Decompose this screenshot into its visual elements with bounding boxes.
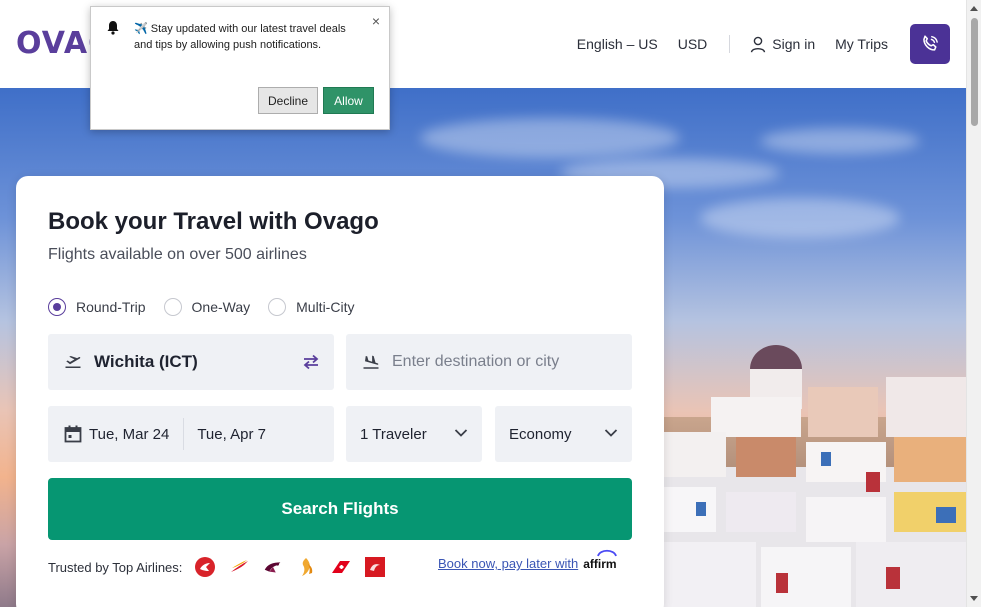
trusted-label: Trusted by Top Airlines: xyxy=(48,559,183,575)
cabin-class-value: Economy xyxy=(509,425,572,443)
currency-selector[interactable]: USD xyxy=(678,36,708,52)
search-flights-button[interactable]: Search Flights xyxy=(48,478,632,540)
sign-in-label: Sign in xyxy=(772,36,816,52)
trip-type-group: Round-Trip One-Way Multi-City xyxy=(48,298,372,316)
allow-button[interactable]: Allow xyxy=(323,87,374,114)
call-button[interactable] xyxy=(910,24,950,64)
affirm-arc-icon xyxy=(596,549,617,557)
takeoff-icon xyxy=(65,356,81,368)
bell-icon xyxy=(107,21,119,35)
radio-checked[interactable] xyxy=(48,298,66,316)
radio-unchecked[interactable] xyxy=(268,298,287,316)
trip-type-round-trip[interactable]: Round-Trip xyxy=(48,298,146,316)
push-notification-popup: ✈️ Stay updated with our latest travel d… xyxy=(90,6,390,130)
booking-card: Book your Travel with Ovago Flights avai… xyxy=(16,176,664,607)
trip-type-label: Round-Trip xyxy=(76,299,146,315)
decline-button[interactable]: Decline xyxy=(258,87,318,114)
trip-type-label: One-Way xyxy=(191,299,251,315)
my-trips-link[interactable]: My Trips xyxy=(835,36,888,52)
affirm-link[interactable]: Book now, pay later with affirm xyxy=(438,549,617,571)
depart-date-value: Tue, Mar 24 xyxy=(89,425,170,443)
header-nav: English – US USD Sign in My Trips xyxy=(557,24,950,64)
affirm-logo: affirm xyxy=(583,556,617,571)
scroll-down-arrow-icon[interactable] xyxy=(970,596,978,601)
swap-icon[interactable] xyxy=(302,354,320,370)
singapore-airlines-logo xyxy=(296,556,318,578)
popup-message: ✈️ Stay updated with our latest travel d… xyxy=(134,23,346,51)
travelers-dropdown[interactable]: 1 Traveler xyxy=(346,406,482,462)
trip-type-one-way[interactable]: One-Way xyxy=(163,298,251,316)
swiss-logo xyxy=(330,556,352,578)
language-selector[interactable]: English – US xyxy=(577,36,658,52)
qatar-airways-logo xyxy=(262,556,284,578)
santorini-village-image xyxy=(636,345,966,607)
origin-value: Wichita (ICT) xyxy=(94,352,198,371)
nav-divider xyxy=(729,35,731,53)
chevron-down-icon xyxy=(604,429,618,437)
booking-subtitle: Flights available on over 500 airlines xyxy=(48,246,307,263)
close-icon[interactable]: × xyxy=(372,13,380,29)
user-icon xyxy=(751,36,766,52)
date-field[interactable]: Tue, Mar 24 Tue, Apr 7 xyxy=(48,406,334,462)
return-date-value: Tue, Apr 7 xyxy=(197,425,266,443)
affirm-link-text: Book now, pay later with xyxy=(438,556,579,571)
travelers-value: 1 Traveler xyxy=(360,425,427,443)
trip-type-multi-city[interactable]: Multi-City xyxy=(268,298,354,316)
page-scrollbar[interactable] xyxy=(966,0,981,607)
landing-icon xyxy=(363,355,379,369)
trusted-airlines: Trusted by Top Airlines: xyxy=(48,556,386,578)
turkish-airlines-logo xyxy=(194,556,216,578)
destination-placeholder: Enter destination or city xyxy=(392,353,560,370)
scroll-up-arrow-icon[interactable] xyxy=(970,6,978,11)
destination-field[interactable]: Enter destination or city xyxy=(346,334,632,390)
return-date[interactable]: Tue, Apr 7 xyxy=(184,406,266,462)
phone-icon xyxy=(923,35,938,51)
depart-date[interactable]: Tue, Mar 24 xyxy=(48,406,185,462)
origin-field[interactable]: Wichita (ICT) xyxy=(48,334,334,390)
booking-title: Book your Travel with Ovago xyxy=(48,208,379,235)
radio-unchecked[interactable] xyxy=(163,298,182,316)
scroll-thumb[interactable] xyxy=(971,18,978,126)
calendar-icon xyxy=(64,425,82,443)
chevron-down-icon xyxy=(454,429,468,437)
sign-in-link[interactable]: Sign in xyxy=(750,36,815,53)
cabin-class-dropdown[interactable]: Economy xyxy=(495,406,632,462)
trip-type-label: Multi-City xyxy=(296,299,355,315)
iberia-logo xyxy=(228,556,250,578)
emirates-logo xyxy=(364,556,386,578)
